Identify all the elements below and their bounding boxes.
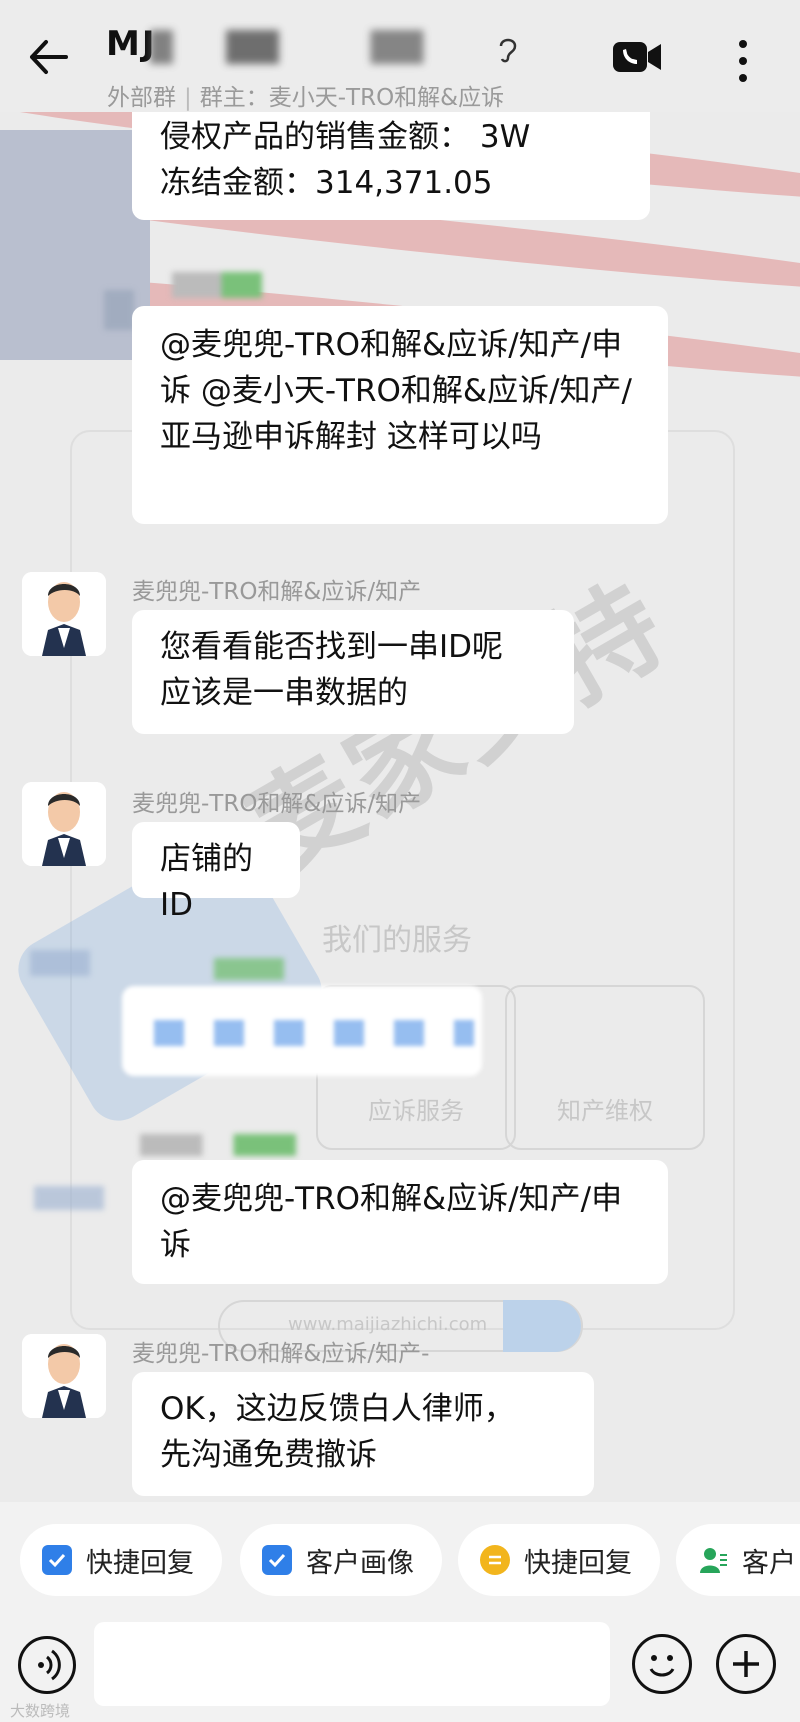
quick-reply-button-2[interactable]: 快捷回复 [458,1524,660,1596]
plus-icon [733,1651,759,1677]
redacted-avatar [104,290,134,330]
message-text: @麦兜兜-TRO和解&应诉/知产/申诉 [160,1181,623,1263]
message-bubble[interactable]: @麦兜兜-TRO和解&应诉/知产/申诉 @麦小天-TRO和解&应诉/知产/亚马逊… [132,306,668,524]
message-text: @麦兜兜-TRO和解&应诉/知产/申诉 @麦小天-TRO和解&应诉/知产/亚马逊… [160,327,632,455]
message-text: 侵权产品的销售金额： 3W [160,119,531,155]
message-bubble[interactable]: 侵权产品的销售金额： 3W 冻结金额：314,371.05 [132,100,650,220]
sender-name: 麦兜兜-TRO和解&应诉/知产- [132,1341,430,1367]
background-services-title: 我们的服务 [322,923,472,958]
chat-header: MJ 外部群 | 群主：麦小天-TRO和解&应诉 [0,0,800,112]
smile-icon [649,1655,675,1677]
redacted-avatar [30,950,90,976]
quick-reply-button[interactable]: 快捷回复 [20,1524,222,1596]
check-square-icon [262,1545,292,1575]
ear-icon [499,38,517,63]
avatar[interactable] [22,572,106,656]
customer-profile-button[interactable]: 客户画像 [240,1524,442,1596]
message-text: 应该是一串数据的 [160,675,408,711]
voice-icon [38,1649,61,1681]
redacted-sender-name [140,1134,296,1156]
redacted-message-bubble [122,986,482,1076]
avatar-cartoon-icon [22,572,106,656]
source-watermark: 大数跨境 [10,1702,71,1720]
chat-title: MJ [106,24,157,64]
lines-circle-icon [480,1545,510,1575]
redacted-sender-name [214,958,284,980]
message-text: 先沟通免费撤诉 [160,1437,377,1473]
sender-name: 麦兜兜-TRO和解&应诉/知产 [132,579,422,605]
back-arrow-icon[interactable] [22,30,76,84]
more-actions-button[interactable] [716,1634,776,1694]
message-text: 冻结金额：314,371.05 [160,165,493,201]
message-bubble[interactable]: @麦兜兜-TRO和解&应诉/知产/申诉 [132,1160,668,1284]
person-icon [698,1545,728,1575]
message-text: 您看看能否找到一串ID呢 [160,629,504,665]
message-input-bar [0,1622,800,1722]
background-card-ip: 知产维权 [505,985,705,1150]
message-bubble[interactable]: OK，这边反馈白人律师， 先沟通免费撤诉 [132,1372,594,1496]
emoji-button[interactable] [632,1634,692,1694]
chat-title-redacted [150,30,530,64]
voice-input-button[interactable] [18,1636,76,1694]
message-text: 店铺的ID [160,841,253,923]
message-input[interactable] [94,1622,610,1706]
avatar[interactable] [22,1334,106,1418]
message-bubble[interactable]: 您看看能否找到一串ID呢 应该是一串数据的 [132,610,574,734]
chat-subtitle: 外部群 | 群主：麦小天-TRO和解&应诉 [107,85,505,111]
message-text: OK，这边反馈白人律师， [160,1391,515,1427]
redacted-avatar [34,1186,104,1210]
more-options-icon[interactable] [730,36,756,86]
message-bubble[interactable]: 店铺的ID [132,822,300,923]
avatar-cartoon-icon [22,782,106,866]
check-square-icon [42,1545,72,1575]
quick-action-bar: 快捷回复 客户画像 快捷回复 客户 [0,1502,800,1622]
video-call-icon[interactable] [612,40,662,74]
redacted-sender-name [172,272,262,298]
sender-name: 麦兜兜-TRO和解&应诉/知产 [132,791,422,817]
customer-button[interactable]: 客户 [676,1524,800,1596]
avatar-cartoon-icon [22,1334,106,1418]
avatar[interactable] [22,782,106,866]
